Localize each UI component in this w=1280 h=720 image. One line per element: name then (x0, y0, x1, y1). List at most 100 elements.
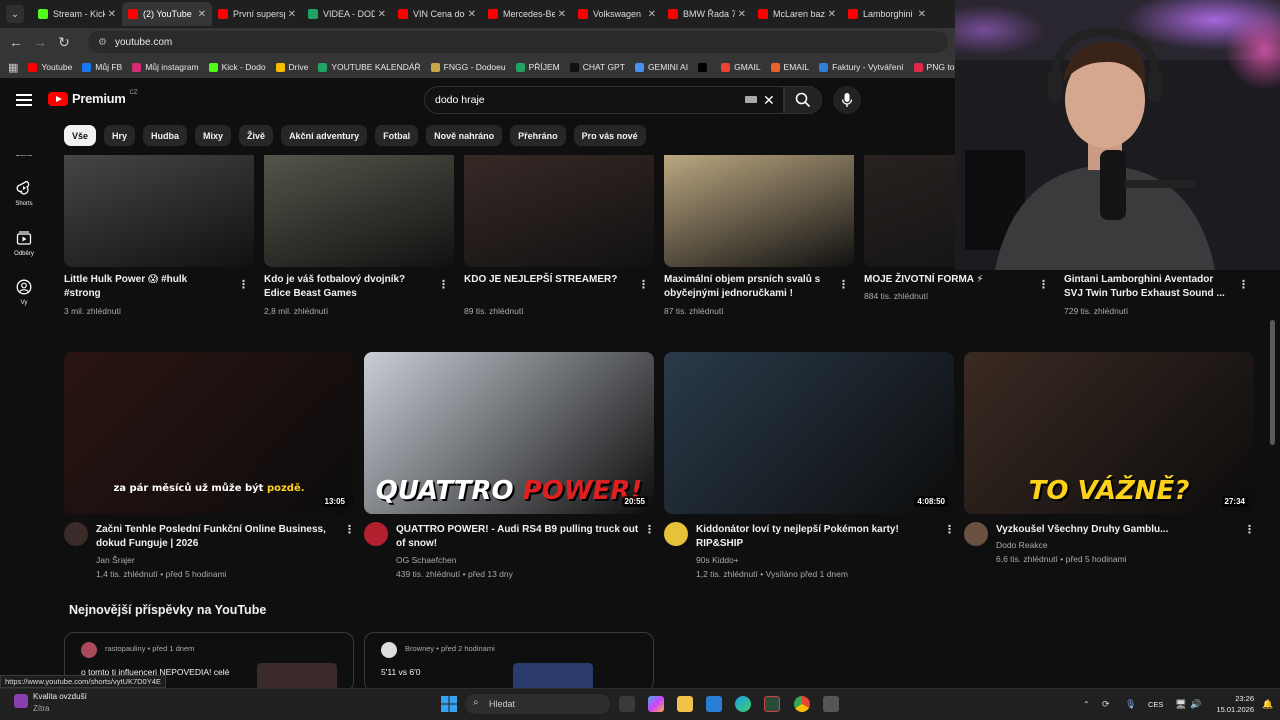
filter-chip[interactable]: Pro vás nové (573, 125, 646, 146)
more-options-icon[interactable]: ⋮ (1238, 278, 1249, 291)
short-title[interactable]: Maximální objem prsních svalů s obyčejný… (664, 273, 826, 301)
browser-tab[interactable]: Volkswagen ✕ (572, 2, 662, 26)
short-title[interactable]: Gintani Lamborghini Aventador SVJ Twin T… (1064, 273, 1226, 301)
short-title[interactable]: Little Hulk Power 😱 #hulk #strong (64, 273, 226, 301)
more-options-icon[interactable]: ⋮ (944, 523, 955, 536)
tray-sync-icon[interactable]: ⟳ (1102, 699, 1110, 710)
browser-tab[interactable]: BMW Řada 7 ✕ (662, 2, 752, 26)
video-title[interactable]: QUATTRO POWER! - Audi RS4 B9 pulling tru… (396, 523, 641, 551)
edge-icon[interactable] (735, 696, 751, 712)
youtube-premium-logo[interactable]: Premium CZ (48, 90, 138, 106)
tab-close-icon[interactable]: ✕ (828, 9, 836, 20)
input-language[interactable]: CES (1148, 700, 1163, 709)
bookmark-item[interactable]: YOUTUBE KALENDÁŘ (318, 62, 421, 72)
bookmark-item[interactable]: Můj instagram (132, 62, 199, 72)
bookmark-item[interactable] (698, 62, 711, 72)
community-post[interactable]: Browney • před 2 hodinami 5'11 vs 6'0 (364, 632, 654, 692)
more-options-icon[interactable]: ⋮ (238, 278, 249, 291)
terminal-icon[interactable] (764, 696, 780, 712)
apps-grid-icon[interactable]: ▦ (8, 61, 18, 74)
calculator-icon[interactable] (823, 696, 839, 712)
channel-avatar[interactable] (664, 522, 688, 546)
browser-tab[interactable]: (2) YouTube ✕ (122, 2, 212, 26)
tab-close-icon[interactable]: ✕ (198, 9, 206, 20)
more-options-icon[interactable]: ⋮ (644, 523, 655, 536)
task-view-icon[interactable] (619, 696, 635, 712)
bookmark-item[interactable]: GMAIL (721, 62, 761, 72)
tab-close-icon[interactable]: ✕ (108, 9, 116, 20)
browser-tab[interactable]: První supersport✕ (212, 2, 302, 26)
short-thumbnail[interactable] (264, 140, 454, 267)
browser-tab[interactable]: Mercedes-Benz✕ (482, 2, 572, 26)
short-thumbnail[interactable] (64, 140, 254, 267)
taskbar-search[interactable]: ⌕ Hledat (465, 694, 610, 714)
channel-avatar[interactable] (364, 522, 388, 546)
back-arrow-icon[interactable]: ← (4, 34, 28, 50)
channel-name[interactable]: Jan Šrajer (96, 553, 135, 567)
video-thumbnail[interactable]: QUATTRO POWER! (364, 352, 654, 514)
site-info-icon[interactable]: ⚙ (98, 37, 107, 48)
search-button[interactable] (784, 86, 822, 114)
filter-chip[interactable]: Fotbal (375, 125, 419, 146)
browser-tab[interactable]: Stream - Kick ✕ (32, 2, 122, 26)
nav-you[interactable]: Vy (0, 279, 48, 306)
menu-hamburger-icon[interactable] (16, 94, 32, 106)
browser-tab[interactable]: Lamborghini ✕ (842, 2, 932, 26)
nav-shorts[interactable]: Shorts (0, 180, 48, 207)
short-title[interactable]: Kdo je váš fotbalový dvojník? Edice Beas… (264, 273, 426, 301)
more-options-icon[interactable]: ⋮ (1244, 523, 1255, 536)
browser-tab[interactable]: VIN Cena dodo✕ (392, 2, 482, 26)
video-thumbnail[interactable]: TO VÁŽNĚ? (964, 352, 1254, 514)
video-thumbnail[interactable] (664, 352, 954, 514)
more-options-icon[interactable]: ⋮ (1038, 278, 1049, 291)
file-explorer-icon[interactable] (677, 696, 693, 712)
tab-close-icon[interactable]: ✕ (288, 9, 296, 20)
bookmark-item[interactable]: Můj FB (82, 62, 122, 72)
more-options-icon[interactable]: ⋮ (344, 523, 355, 536)
channel-name[interactable]: OG Schaefchen (396, 553, 456, 567)
tab-close-icon[interactable]: ✕ (648, 9, 656, 20)
clock[interactable]: 23:26 15.01.2026 (1204, 693, 1254, 715)
filter-chip[interactable]: Živě (239, 125, 274, 146)
notifications-icon[interactable]: 🔔 (1262, 699, 1273, 710)
bookmark-item[interactable]: GEMINI AI (634, 62, 688, 72)
bookmark-item[interactable]: Youtube (28, 62, 72, 72)
video-thumbnail[interactable]: za pár měsíců už může být pozdě. (64, 352, 354, 514)
channel-name[interactable]: 90s Kiddo+ (696, 553, 739, 567)
url-field[interactable]: ⚙ youtube.com (88, 31, 948, 53)
keyboard-icon[interactable] (745, 96, 757, 103)
bookmark-item[interactable]: EMAIL (770, 62, 809, 72)
post-author[interactable]: rastopauliny (105, 644, 145, 653)
more-options-icon[interactable]: ⋮ (438, 278, 449, 291)
filter-chip[interactable]: Přehráno (510, 125, 566, 146)
windows-start-icon[interactable] (441, 696, 457, 712)
more-options-icon[interactable]: ⋮ (838, 278, 849, 291)
channel-avatar[interactable] (964, 522, 988, 546)
bookmark-item[interactable]: Faktury - Vytváření (819, 62, 904, 72)
nav-subscriptions[interactable]: Odběry (0, 230, 48, 257)
clear-search-icon[interactable]: ✕ (763, 92, 775, 109)
bookmark-item[interactable]: PNG to PDF (913, 62, 955, 72)
chrome-icon[interactable] (794, 696, 810, 712)
bookmark-item[interactable]: Drive (275, 62, 308, 72)
tab-close-icon[interactable]: ✕ (918, 9, 926, 20)
filter-chip[interactable]: Nově nahráno (426, 125, 503, 146)
filter-chip[interactable]: Hudba (143, 125, 188, 146)
channel-name[interactable]: Dodo Reakce (996, 538, 1048, 552)
bookmark-item[interactable]: PŘÍJEM (515, 62, 560, 72)
short-title[interactable]: KDO JE NEJLEPŠÍ STREAMER? (464, 273, 626, 287)
tab-close-icon[interactable]: ✕ (738, 9, 746, 20)
post-author-avatar[interactable] (381, 642, 397, 658)
post-author[interactable]: Browney (405, 644, 434, 653)
forward-arrow-icon[interactable]: → (28, 34, 52, 50)
voice-search-button[interactable] (833, 86, 861, 114)
video-title[interactable]: Vyzkoušel Všechny Druhy Gamblu... (996, 523, 1241, 537)
tab-close-icon[interactable]: ✕ (468, 9, 476, 20)
channel-avatar[interactable] (64, 522, 88, 546)
post-author-avatar[interactable] (81, 642, 97, 658)
filter-chip[interactable]: Hry (104, 125, 136, 146)
search-input[interactable]: dodo hraje (424, 86, 784, 114)
tray-overflow-icon[interactable]: ⌃ (1083, 700, 1090, 709)
bookmark-item[interactable]: FNGG - Dodoeu (430, 62, 506, 72)
video-title[interactable]: Kiddonátor loví ty nejlepší Pokémon kart… (696, 523, 941, 551)
